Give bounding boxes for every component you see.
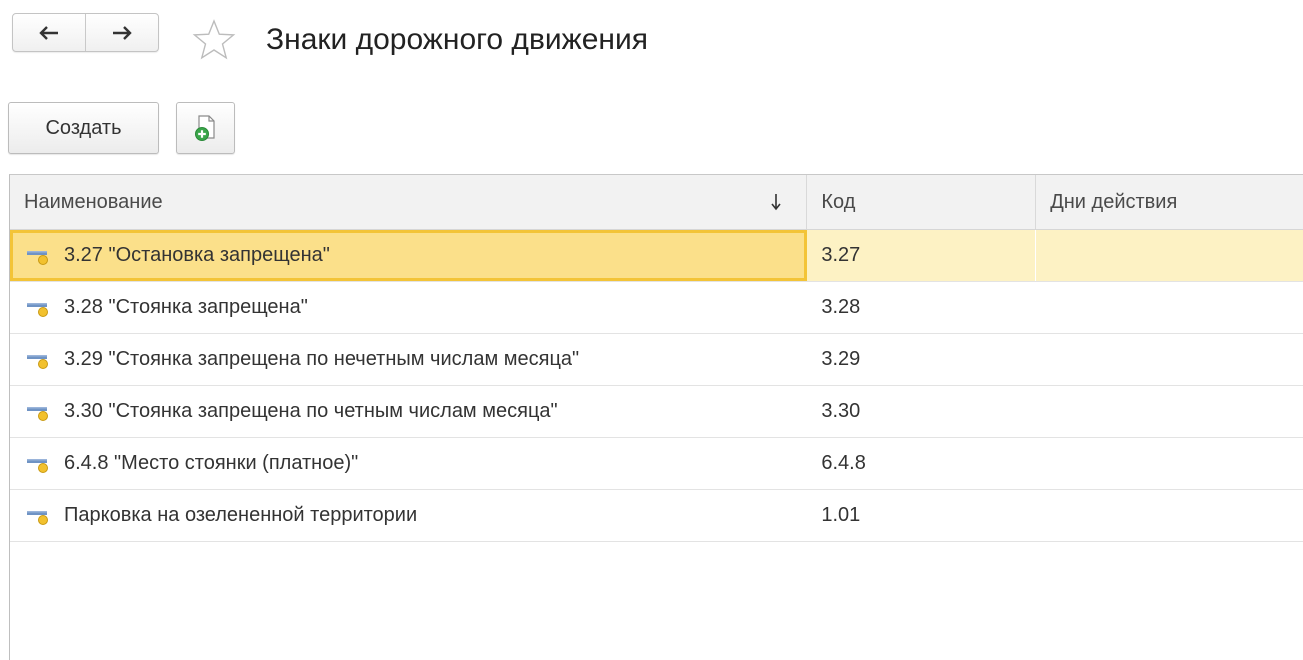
column-header-label: Код xyxy=(821,190,856,213)
table-row[interactable]: 3.27 "Остановка запрещена" 3.27 xyxy=(10,230,1303,282)
cell-name[interactable]: 3.29 "Стоянка запрещена по нечетным числ… xyxy=(10,334,807,385)
cell-name[interactable]: 3.27 "Остановка запрещена" xyxy=(10,230,808,281)
column-header-code[interactable]: Код xyxy=(807,175,1037,229)
forward-button[interactable] xyxy=(85,14,158,51)
cell-name[interactable]: 3.30 "Стоянка запрещена по четным числам… xyxy=(10,386,807,437)
cell-name[interactable]: Парковка на озелененной территории xyxy=(10,490,807,541)
cell-code[interactable]: 3.30 xyxy=(807,386,1036,437)
cell-name-text: 3.30 "Стоянка запрещена по четным числам… xyxy=(64,400,558,422)
column-header-label: Наименование xyxy=(24,190,163,213)
cell-name-text: 3.29 "Стоянка запрещена по нечетным числ… xyxy=(64,348,580,370)
catalog-item-icon xyxy=(27,354,48,369)
cell-name-text: 3.28 "Стоянка запрещена" xyxy=(64,296,308,318)
arrow-right-icon xyxy=(113,25,132,40)
page-title: Знаки дорожного движения xyxy=(266,23,648,56)
cell-code[interactable]: 3.28 xyxy=(807,282,1036,333)
sort-descending-icon xyxy=(771,194,781,211)
cell-name[interactable]: 3.28 "Стоянка запрещена" xyxy=(10,282,807,333)
cell-name-text: Парковка на озелененной территории xyxy=(64,504,418,526)
table-row[interactable]: Парковка на озелененной территории 1.01 xyxy=(10,490,1303,542)
catalog-item-icon xyxy=(27,406,48,421)
table-header: Наименование Код Дни действия xyxy=(10,175,1303,230)
cell-name[interactable]: 6.4.8 "Место стоянки (платное)" xyxy=(10,438,807,489)
cell-days[interactable] xyxy=(1036,490,1303,541)
arrow-left-icon xyxy=(39,25,58,40)
table-row[interactable]: 3.29 "Стоянка запрещена по нечетным числ… xyxy=(10,334,1303,386)
copy-button[interactable] xyxy=(176,102,235,154)
cell-code[interactable]: 3.27 xyxy=(807,230,1037,281)
column-header-label: Дни действия xyxy=(1050,190,1178,213)
cell-days[interactable] xyxy=(1036,438,1303,489)
copy-document-plus-icon xyxy=(194,115,215,141)
cell-days[interactable] xyxy=(1036,334,1303,385)
cell-code[interactable]: 1.01 xyxy=(807,490,1036,541)
catalog-item-icon xyxy=(27,250,48,265)
catalog-table: Наименование Код Дни действия 3.27 "Оста… xyxy=(9,174,1303,660)
cell-days[interactable] xyxy=(1036,386,1303,437)
table-row[interactable]: 6.4.8 "Место стоянки (платное)" 6.4.8 xyxy=(10,438,1303,490)
cell-days[interactable] xyxy=(1036,282,1303,333)
table-row[interactable]: 3.30 "Стоянка запрещена по четным числам… xyxy=(10,386,1303,438)
cell-name-text: 6.4.8 "Место стоянки (платное)" xyxy=(64,452,359,474)
catalog-item-icon xyxy=(27,458,48,473)
table-row[interactable]: 3.28 "Стоянка запрещена" 3.28 xyxy=(10,282,1303,334)
cell-code[interactable]: 6.4.8 xyxy=(807,438,1036,489)
back-button[interactable] xyxy=(13,14,85,51)
cell-name-text: 3.27 "Остановка запрещена" xyxy=(64,244,330,266)
column-header-days[interactable]: Дни действия xyxy=(1036,175,1303,229)
cell-days[interactable] xyxy=(1036,230,1303,281)
catalog-item-icon xyxy=(27,510,48,525)
catalog-list-form: Знаки дорожного движения Создать Наимено… xyxy=(0,0,1303,660)
navigation-buttons xyxy=(12,13,159,52)
create-button[interactable]: Создать xyxy=(8,102,159,154)
catalog-item-icon xyxy=(27,302,48,317)
star-outline-icon[interactable] xyxy=(192,18,236,62)
column-header-name[interactable]: Наименование xyxy=(10,175,808,229)
cell-code[interactable]: 3.29 xyxy=(807,334,1036,385)
